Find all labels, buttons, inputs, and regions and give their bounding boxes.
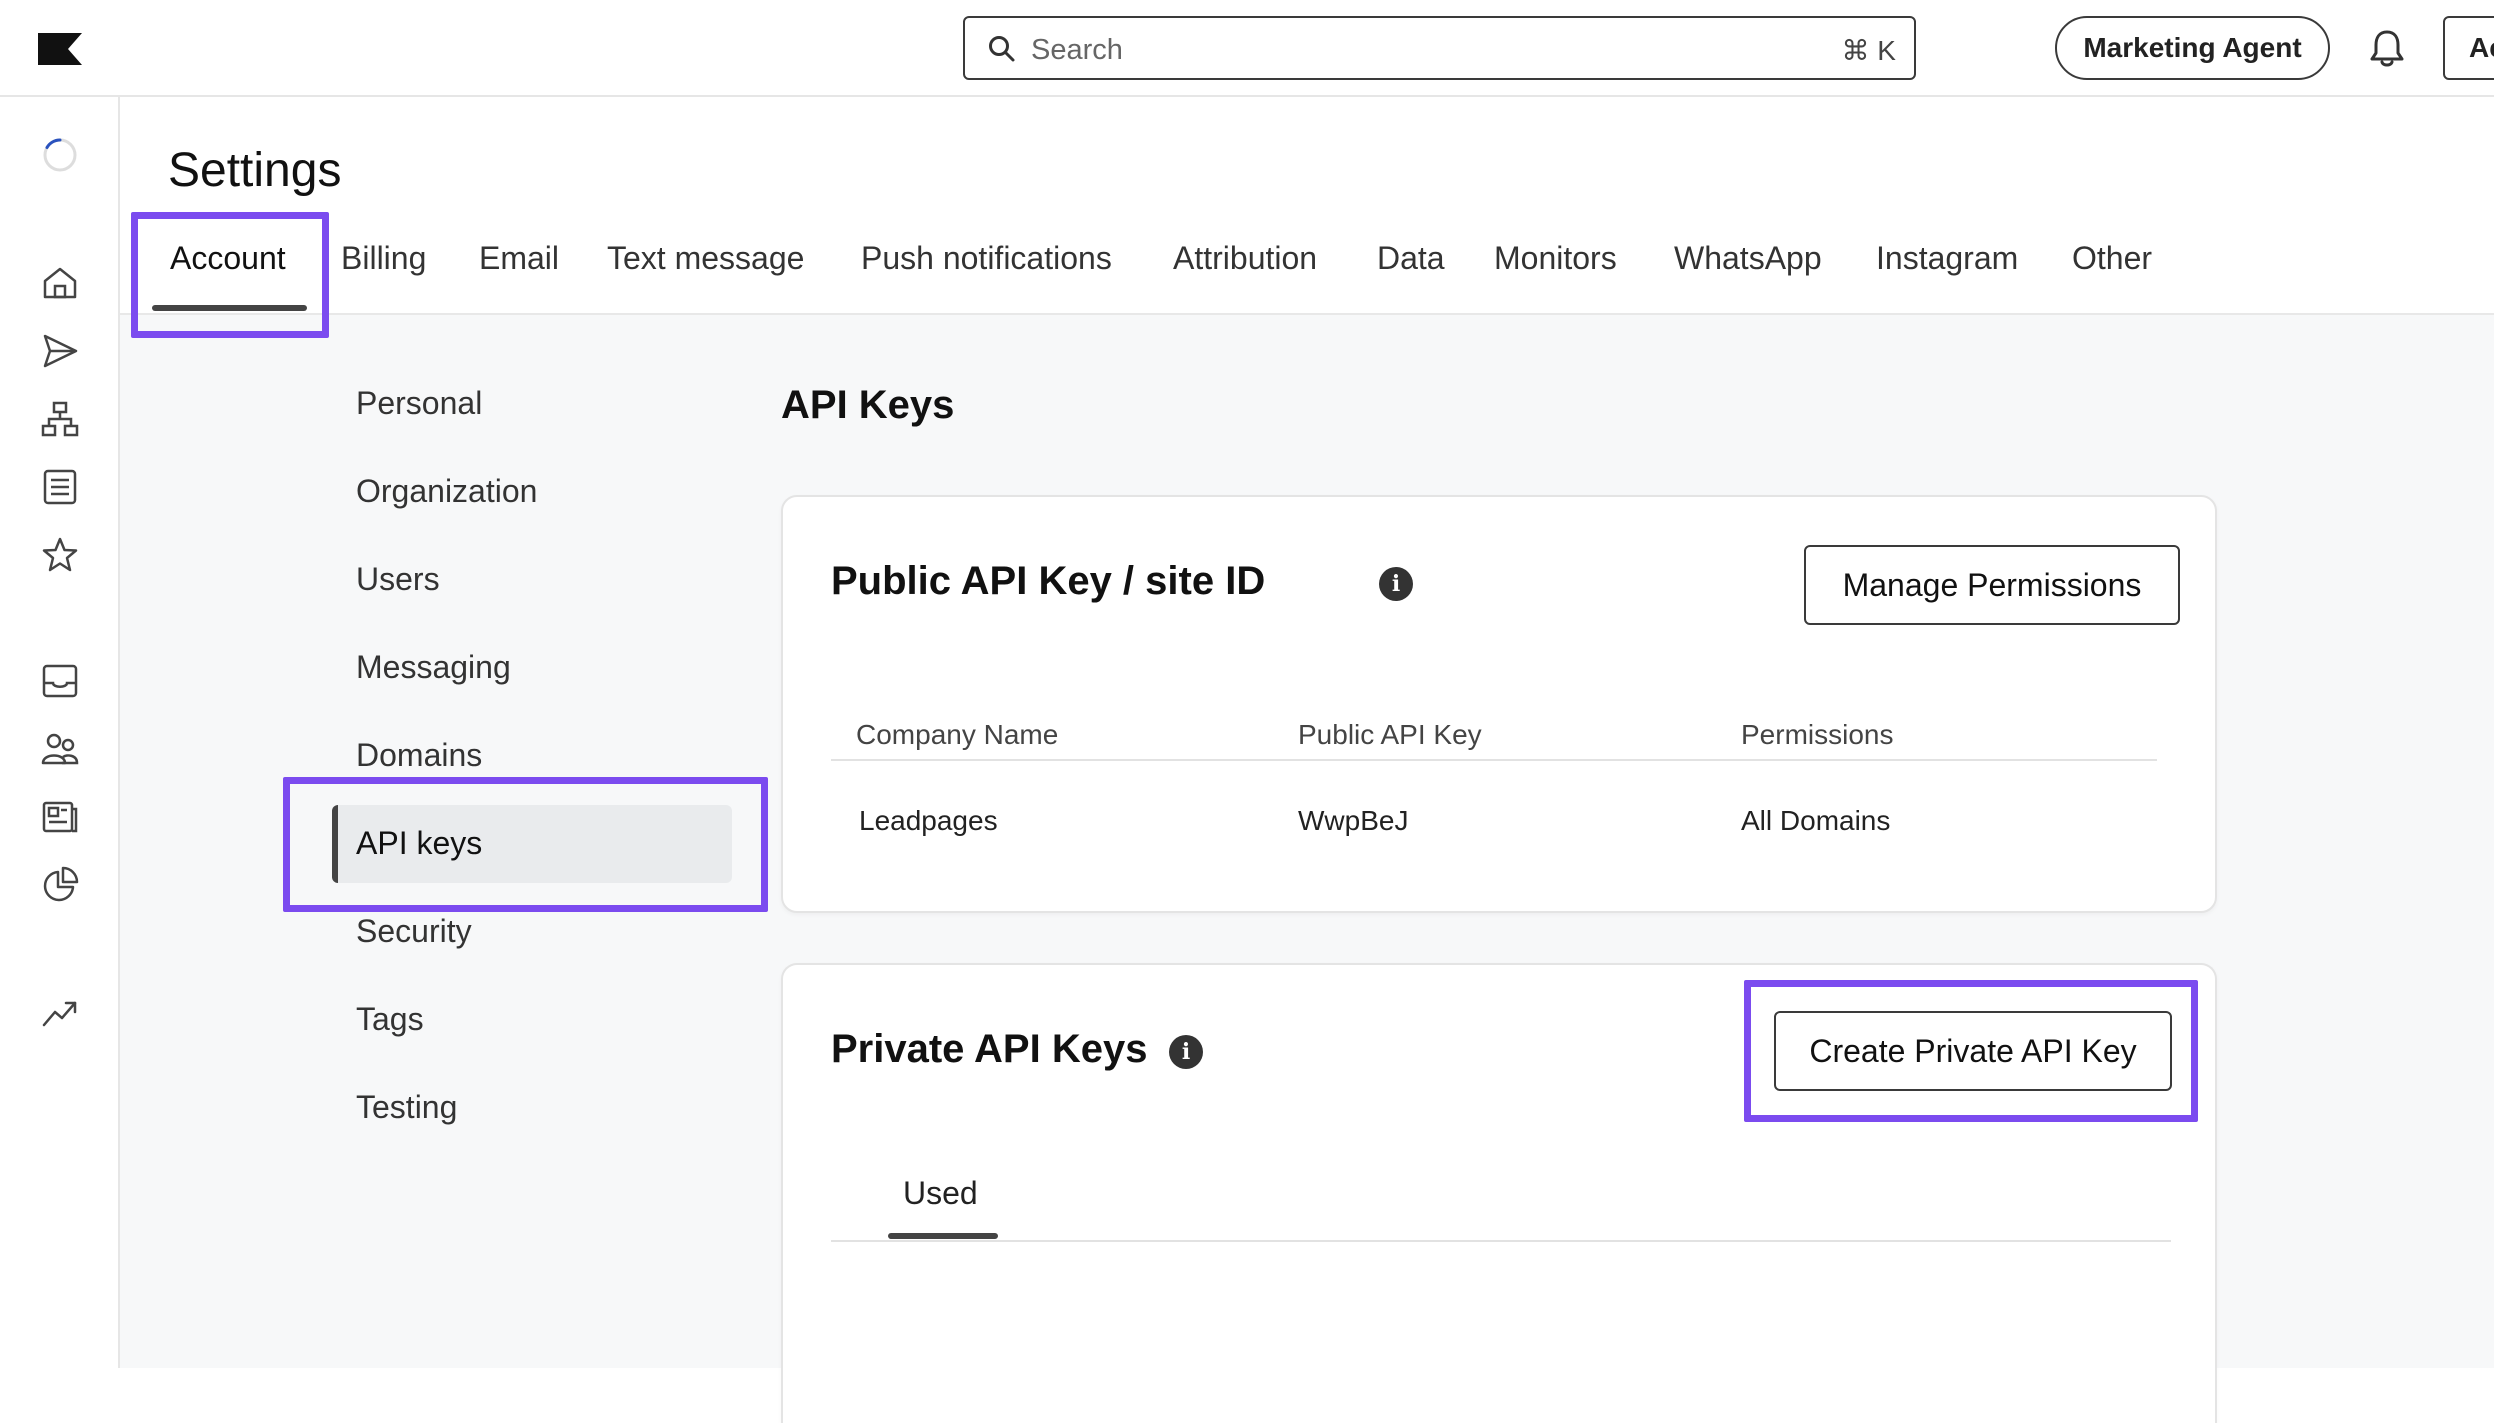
table-divider	[831, 759, 2157, 761]
tab-email[interactable]: Email	[479, 240, 559, 277]
analytics-pie-icon[interactable]	[40, 865, 80, 905]
settings-header: Settings Account Billing Email Text mess…	[120, 97, 2494, 315]
tab-monitors[interactable]: Monitors	[1494, 240, 1617, 277]
account-button[interactable]: Ac	[2443, 16, 2494, 80]
content-icon[interactable]	[40, 797, 80, 837]
info-icon[interactable]: i	[1379, 567, 1413, 601]
column-header-permissions: Permissions	[1741, 719, 1894, 750]
loading-spinner-icon	[43, 138, 77, 172]
subnav-item-testing[interactable]: Testing	[356, 1089, 457, 1126]
subnav-item-personal[interactable]: Personal	[356, 385, 482, 422]
top-bar: Search ⌘ K Marketing Agent Ac	[0, 0, 2494, 97]
search-icon	[989, 36, 1015, 62]
public-api-key-title: Public API Key / site ID	[831, 559, 1266, 603]
cell-public-api-key: WwpBeJ	[1298, 805, 1409, 836]
search-placeholder: Search	[1031, 34, 1123, 66]
column-header-public-api-key: Public API Key	[1298, 719, 1482, 750]
subnav-item-users[interactable]: Users	[356, 561, 440, 598]
tab-push-notifications[interactable]: Push notifications	[861, 240, 1112, 277]
subnav-item-security[interactable]: Security	[356, 913, 472, 950]
audience-icon[interactable]	[40, 729, 80, 769]
flows-icon[interactable]	[40, 399, 80, 439]
active-tab-indicator	[888, 1233, 998, 1239]
section-title: API Keys	[781, 383, 955, 427]
send-icon[interactable]	[40, 331, 80, 371]
tab-attribution[interactable]: Attribution	[1173, 240, 1317, 277]
page-title: Settings	[168, 144, 342, 197]
tab-billing[interactable]: Billing	[341, 240, 426, 277]
trend-icon[interactable]	[40, 993, 80, 1033]
manage-permissions-button[interactable]: Manage Permissions	[1804, 545, 2180, 625]
tab-whatsapp[interactable]: WhatsApp	[1674, 240, 1822, 277]
info-icon[interactable]: i	[1169, 1035, 1203, 1069]
column-header-company-name: Company Name	[856, 719, 1059, 750]
subnav-item-organization[interactable]: Organization	[356, 473, 537, 510]
search-shortcut: ⌘ K	[1841, 35, 1896, 66]
highlight-create-private-api-key	[1744, 980, 2198, 1122]
bell-icon[interactable]	[2368, 28, 2406, 68]
left-rail	[0, 97, 120, 1368]
tab-divider	[831, 1240, 2171, 1242]
tab-other[interactable]: Other	[2072, 240, 2152, 277]
tab-instagram[interactable]: Instagram	[1876, 240, 2018, 277]
cell-company-name: Leadpages	[859, 805, 998, 836]
private-api-keys-title: Private API Keys	[831, 1027, 1148, 1071]
subnav-item-domains[interactable]: Domains	[356, 737, 482, 774]
highlight-api-keys-item	[283, 777, 768, 912]
tab-text-message[interactable]: Text message	[607, 240, 804, 277]
marketing-agent-button[interactable]: Marketing Agent	[2055, 16, 2330, 80]
subnav-item-messaging[interactable]: Messaging	[356, 649, 511, 686]
cell-permissions: All Domains	[1741, 805, 1891, 836]
highlight-account-tab	[131, 212, 329, 338]
forms-icon[interactable]	[40, 467, 80, 507]
brand-logo[interactable]	[38, 33, 82, 65]
search-input[interactable]: Search ⌘ K	[963, 16, 1916, 80]
public-api-key-card: Public API Key / site ID i Manage Permis…	[781, 495, 2217, 913]
tab-data[interactable]: Data	[1377, 240, 1445, 277]
tab-used[interactable]: Used	[903, 1175, 978, 1212]
home-icon[interactable]	[40, 263, 80, 303]
inbox-icon[interactable]	[40, 661, 80, 701]
subnav-item-tags[interactable]: Tags	[356, 1001, 424, 1038]
star-icon[interactable]	[40, 535, 80, 575]
